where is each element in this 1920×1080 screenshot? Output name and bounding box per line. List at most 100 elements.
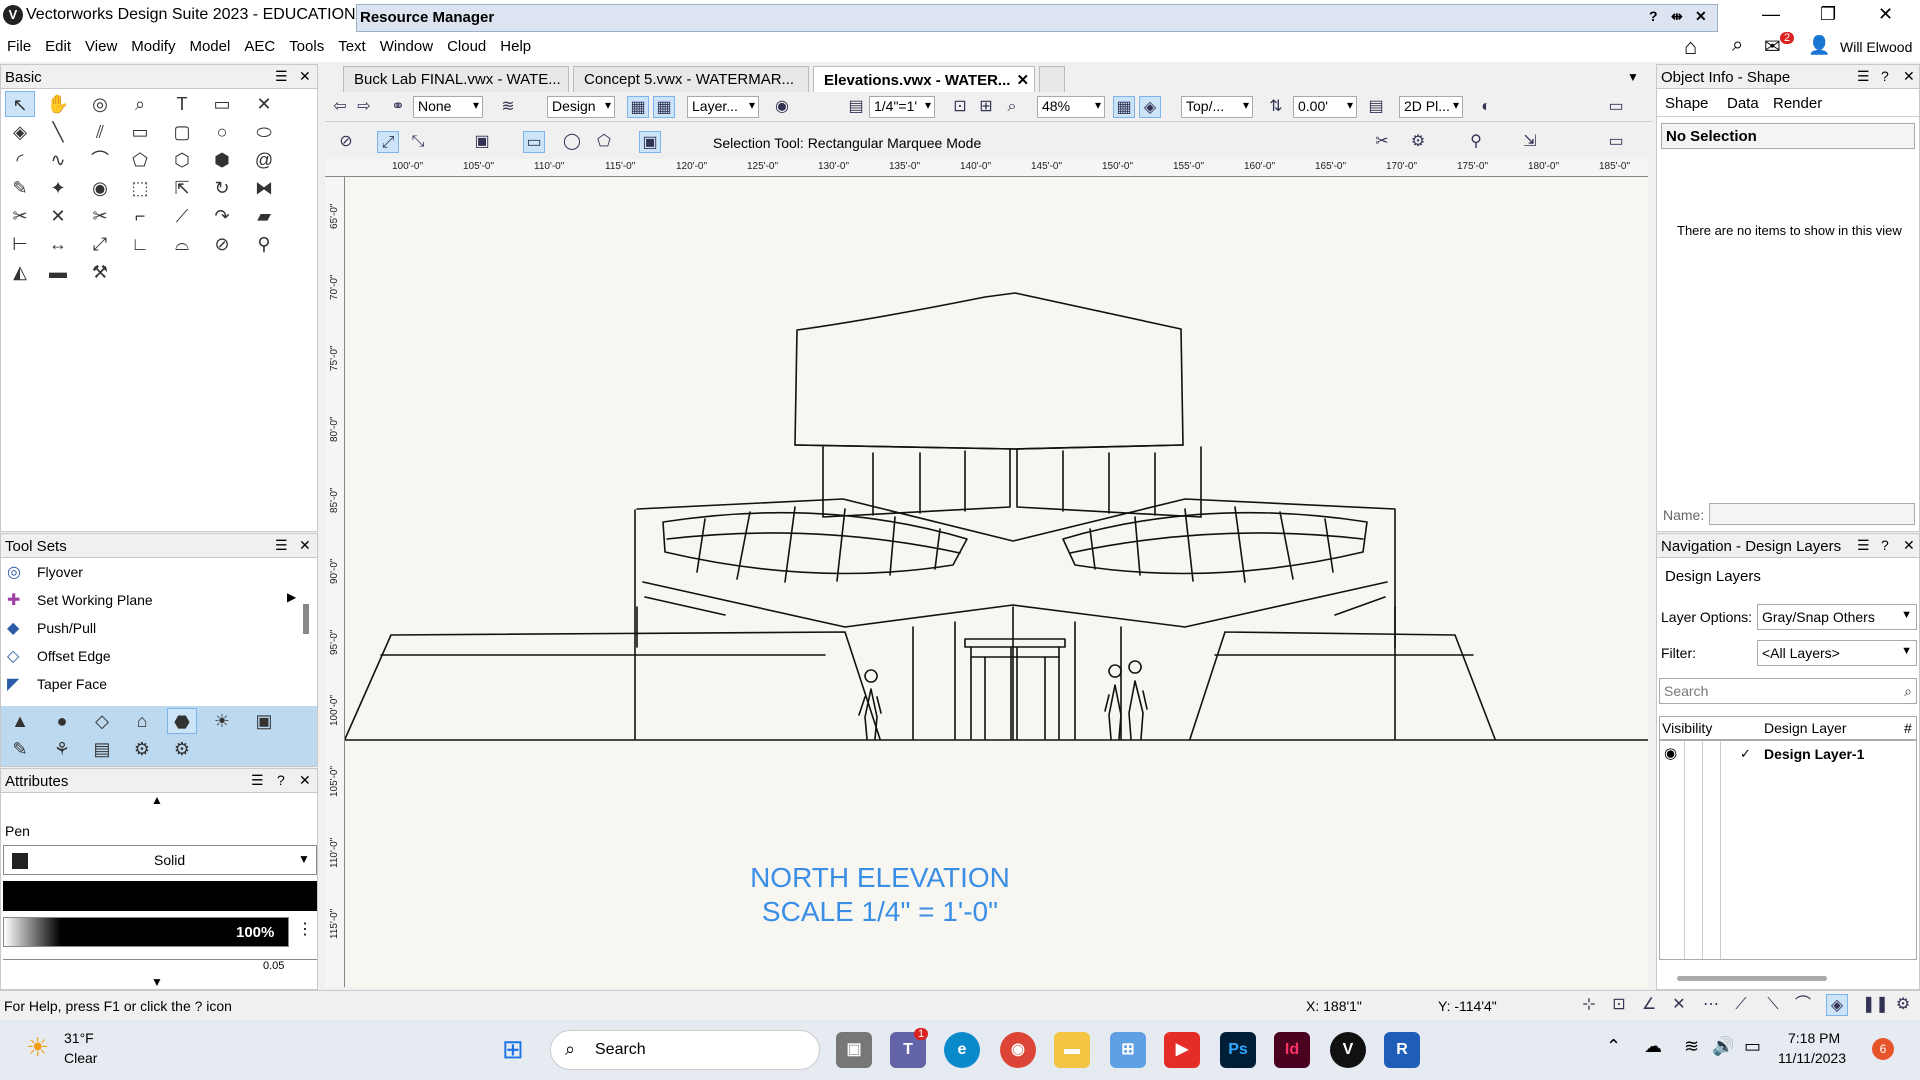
visibility-tool-icon[interactable]: ◉ — [85, 175, 115, 201]
zoom-select[interactable]: 48% — [1037, 96, 1105, 118]
class-options-icon[interactable]: ◉ — [771, 96, 793, 118]
rotate-mode-icon[interactable]: ▣ — [471, 131, 493, 153]
close-icon[interactable]: ✕ — [299, 537, 311, 554]
resource-manager-bar[interactable]: Resource Manager ? ⇹ ✕ — [356, 4, 1718, 32]
minimize-button[interactable]: — — [1762, 4, 1780, 25]
menu-icon[interactable]: ☰ — [1857, 537, 1870, 554]
revit-icon[interactable]: R — [1384, 1032, 1420, 1068]
trim-tool-icon[interactable]: ✂ — [5, 203, 35, 229]
scale-icon[interactable]: ▤ — [845, 96, 867, 118]
freehand-tool-icon[interactable]: ∿ — [43, 147, 73, 173]
selection-options-icon[interactable]: ▣ — [639, 131, 661, 153]
layer-select[interactable]: Layer... — [687, 96, 759, 118]
site-toolset-icon[interactable]: ▲ — [5, 708, 35, 734]
snap-point-icon[interactable]: ⟍ — [1762, 994, 1784, 1016]
account-icon[interactable]: 👤 — [1808, 35, 1830, 56]
landscape-toolset-icon[interactable]: ⚘ — [47, 736, 77, 762]
circle-tool-icon[interactable]: ○ — [207, 119, 237, 145]
weather-desc[interactable]: Clear — [64, 1050, 97, 1066]
attribute-mapping-icon[interactable]: ◈ — [5, 119, 35, 145]
arc-length-icon[interactable]: ⌓ — [167, 231, 197, 257]
mirror-tool-icon[interactable]: ⧓ — [249, 175, 279, 201]
layer-row[interactable]: ◉ ✓ Design Layer-1 — [1660, 743, 1916, 765]
store-icon[interactable]: ⊞ — [1110, 1032, 1146, 1068]
objects-toolset-icon[interactable]: ⚙ — [127, 736, 157, 762]
taskbar-search[interactable]: ⌕ Search — [550, 1030, 820, 1070]
class-select[interactable]: None — [413, 96, 483, 118]
menu-help[interactable]: Help — [493, 32, 538, 55]
close-icon[interactable]: ✕ — [299, 772, 311, 789]
menu-icon[interactable]: ☰ — [275, 537, 288, 554]
help-icon[interactable]: ? — [277, 772, 285, 788]
snap-distance-icon[interactable]: ⋯ — [1700, 994, 1722, 1016]
zoom-objects-icon[interactable]: ⊞ — [975, 96, 997, 118]
layer-options-select[interactable]: Gray/Snap Others ▼ — [1757, 604, 1917, 630]
double-polygon-icon[interactable]: ⬡ — [167, 147, 197, 173]
arc-tool-icon[interactable]: ◜ — [5, 147, 35, 173]
photoshop-icon[interactable]: Ps — [1220, 1032, 1256, 1068]
callout-tool-icon[interactable]: ▭ — [207, 91, 237, 117]
horizontal-scrollbar[interactable] — [1677, 976, 1827, 981]
back-icon[interactable]: ⇦ — [329, 96, 351, 118]
single-object-mode-icon[interactable]: ⤢ — [377, 131, 399, 153]
maximize-button[interactable]: ❐ — [1820, 4, 1836, 25]
tab-shape[interactable]: Shape — [1665, 95, 1708, 112]
rm-close-button[interactable]: ✕ — [1695, 8, 1707, 25]
thickness-select[interactable]: 0.05 — [3, 959, 317, 975]
spiral-tool-icon[interactable]: @ — [249, 147, 279, 173]
close-icon[interactable]: ✕ — [1903, 537, 1915, 554]
snap-working-plane-icon[interactable]: ◈ — [1826, 994, 1848, 1016]
eye-icon[interactable]: ◉ — [1664, 744, 1677, 762]
clock-date[interactable]: 11/11/2023 — [1778, 1050, 1846, 1066]
class-icon[interactable]: ⚭ — [387, 96, 409, 118]
chevron-up-icon[interactable]: ⌃ — [1606, 1036, 1621, 1057]
user-name[interactable]: Will Elwood — [1840, 39, 1912, 55]
tool-item-flyover[interactable]: ◎ Flyover — [7, 562, 83, 588]
stake-tool-icon[interactable]: ▬ — [43, 259, 73, 285]
menu-edit[interactable]: Edit — [38, 32, 78, 55]
tool-item-set-working-plane[interactable]: ✚ Set Working Plane ▶ — [7, 590, 296, 616]
eraser-tool-icon[interactable]: ▰ — [249, 203, 279, 229]
rectangular-marquee-icon[interactable]: ▭ — [523, 131, 545, 153]
menu-aec[interactable]: AEC — [237, 32, 282, 55]
indesign-icon[interactable]: Id — [1274, 1032, 1310, 1068]
tab-elevations[interactable]: Elevations.vwx - WATER... ✕ — [813, 66, 1035, 92]
scroll-up-icon[interactable]: ▲ — [151, 793, 163, 807]
col-visibility[interactable]: Visibility — [1662, 720, 1712, 736]
close-icon[interactable]: ✕ — [299, 68, 311, 85]
close-button[interactable]: ✕ — [1878, 4, 1893, 25]
weather-temp[interactable]: 31°F — [64, 1030, 94, 1046]
saved-views-icon[interactable]: ◐ — [1475, 96, 1497, 118]
rm-pin-button[interactable]: ⇹ — [1671, 8, 1683, 25]
menu-file[interactable]: File — [0, 32, 38, 55]
zoom-tool-icon[interactable]: ⌕ — [125, 91, 155, 117]
menu-icon[interactable]: ☰ — [275, 68, 288, 85]
hammer-tool-icon[interactable]: ⚒ — [85, 259, 115, 285]
more-icon[interactable]: ⋮ — [297, 919, 313, 939]
fillet-tool-icon[interactable]: ⌐ — [125, 203, 155, 229]
zoom-fit-icon[interactable]: ⊡ — [949, 96, 971, 118]
tab-data[interactable]: Data — [1727, 95, 1759, 112]
mail-icon[interactable]: ✉ — [1764, 34, 1781, 59]
scissors-tool-icon[interactable]: ✂ — [85, 203, 115, 229]
angle-tool-icon[interactable]: ∟ — [125, 231, 155, 257]
tool-item-offset-edge[interactable]: ◇ Offset Edge — [7, 646, 111, 672]
reshape-tool-icon[interactable]: ⬚ — [125, 175, 155, 201]
snap-grid-icon[interactable]: ⊹ — [1578, 994, 1600, 1016]
snap-angle-icon[interactable]: ∠ — [1638, 994, 1660, 1016]
furniture-toolset-icon[interactable]: ▣ — [249, 708, 279, 734]
tab-buck-lab[interactable]: Buck Lab FINAL.vwx - WATE... — [343, 66, 569, 92]
double-line-tool-icon[interactable]: ⫽ — [85, 119, 115, 145]
help-icon[interactable]: ? — [1881, 537, 1889, 553]
loci-tool-icon[interactable]: ◭ — [5, 259, 35, 285]
tab-list-chevron-icon[interactable]: ▼ — [1627, 70, 1639, 84]
opacity-bar[interactable]: 100% — [3, 917, 289, 947]
menu-view[interactable]: View — [78, 32, 124, 55]
pin-icon[interactable]: ⚲ — [1465, 131, 1487, 153]
constrained-dim-icon[interactable]: ⤢ — [85, 231, 115, 257]
volume-icon[interactable]: 🔊 — [1712, 1036, 1734, 1057]
flyover-tool-icon[interactable]: ◎ — [85, 91, 115, 117]
rotate-tool-icon[interactable]: ↻ — [207, 175, 237, 201]
close-icon[interactable]: ✕ — [1903, 68, 1915, 85]
3d-modeling-toolset-icon[interactable]: ⬣ — [167, 708, 197, 734]
